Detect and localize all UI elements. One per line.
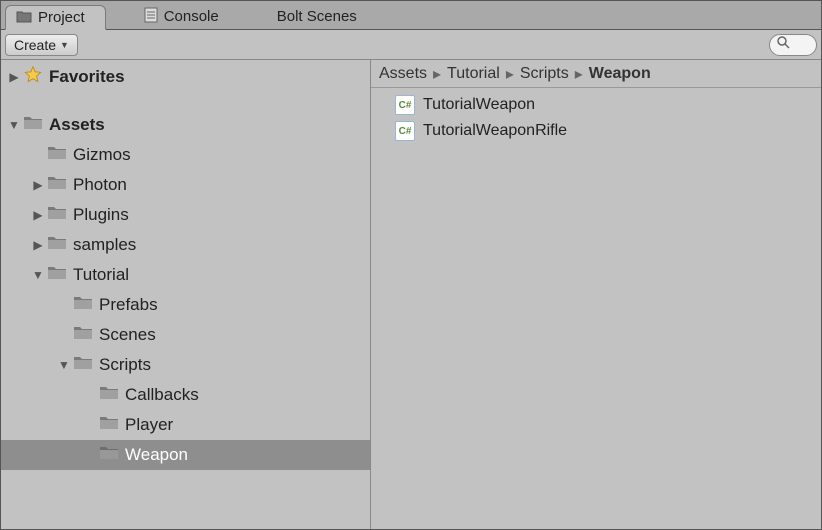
collapse-icon[interactable]: ▼ <box>31 268 45 282</box>
file-name: TutorialWeaponRifle <box>423 122 567 140</box>
chevron-right-icon: ▸ <box>506 64 514 84</box>
folder-icon <box>47 235 67 256</box>
tree-assets[interactable]: ▼ Assets <box>1 110 370 140</box>
tab-project-label: Project <box>38 9 85 26</box>
create-button[interactable]: Create ▼ <box>5 34 78 56</box>
tree-callbacks[interactable]: Callbacks <box>1 380 370 410</box>
folder-icon <box>47 145 67 166</box>
tree-favorites[interactable]: ▶ Favorites <box>1 62 370 92</box>
tree-plugins[interactable]: ▶ Plugins <box>1 200 370 230</box>
tree-label: Plugins <box>69 205 129 225</box>
folder-icon <box>73 325 93 346</box>
main-split: ▶ Favorites ▼ Assets Gizmos <box>1 60 821 529</box>
search-icon <box>776 35 790 54</box>
dropdown-icon: ▼ <box>60 40 69 50</box>
csharp-icon: C# <box>395 95 415 115</box>
breadcrumb-item-current: Weapon <box>589 65 651 83</box>
folder-icon <box>23 115 43 136</box>
spacer <box>1 92 370 110</box>
star-icon <box>23 65 43 90</box>
tree-label: Player <box>121 415 173 435</box>
project-icon <box>16 9 32 27</box>
tree: ▶ Favorites ▼ Assets Gizmos <box>1 62 370 470</box>
breadcrumb-item[interactable]: Assets <box>379 65 427 83</box>
csharp-icon: C# <box>395 121 415 141</box>
tree-label: Photon <box>69 175 127 195</box>
tree-prefabs[interactable]: Prefabs <box>1 290 370 320</box>
tree-tutorial[interactable]: ▼ Tutorial <box>1 260 370 290</box>
tree-photon[interactable]: ▶ Photon <box>1 170 370 200</box>
folder-icon <box>99 445 119 466</box>
breadcrumb: Assets ▸ Tutorial ▸ Scripts ▸ Weapon <box>371 60 821 88</box>
tree-scripts[interactable]: ▼ Scripts <box>1 350 370 380</box>
tree-label: Assets <box>45 115 105 135</box>
folder-icon <box>99 415 119 436</box>
collapse-icon[interactable]: ▼ <box>57 358 71 372</box>
list-item[interactable]: C# TutorialWeapon <box>371 92 821 118</box>
file-name: TutorialWeapon <box>423 96 535 114</box>
collapse-icon[interactable]: ▼ <box>7 118 21 132</box>
tab-console[interactable]: Console <box>134 4 239 29</box>
expand-icon[interactable]: ▶ <box>31 238 45 252</box>
folder-icon <box>99 385 119 406</box>
file-list: C# TutorialWeapon C# TutorialWeaponRifle <box>371 88 821 148</box>
tree-label: Scenes <box>95 325 156 345</box>
tree-label: samples <box>69 235 136 255</box>
chevron-right-icon: ▸ <box>433 64 441 84</box>
tree-label: Weapon <box>121 445 188 465</box>
toolbar: Create ▼ <box>1 30 821 60</box>
tree-label: Tutorial <box>69 265 129 285</box>
expand-icon[interactable]: ▶ <box>7 70 21 84</box>
console-icon <box>144 7 158 27</box>
tab-bolt-label: Bolt Scenes <box>277 8 357 25</box>
tab-bar: Project Console Bolt Scenes <box>1 1 821 30</box>
tree-gizmos[interactable]: Gizmos <box>1 140 370 170</box>
folder-icon <box>73 355 93 376</box>
search-input[interactable] <box>769 34 817 56</box>
tree-label: Callbacks <box>121 385 199 405</box>
project-tree: ▶ Favorites ▼ Assets Gizmos <box>1 60 371 529</box>
tree-label: Scripts <box>95 355 151 375</box>
breadcrumb-item[interactable]: Tutorial <box>447 65 500 83</box>
list-item[interactable]: C# TutorialWeaponRifle <box>371 118 821 144</box>
tree-label: Prefabs <box>95 295 158 315</box>
tab-bolt-scenes[interactable]: Bolt Scenes <box>267 4 377 29</box>
folder-icon <box>47 205 67 226</box>
tree-samples[interactable]: ▶ samples <box>1 230 370 260</box>
tree-label: Favorites <box>45 67 125 87</box>
folder-icon <box>47 265 67 286</box>
tree-scenes[interactable]: Scenes <box>1 320 370 350</box>
folder-icon <box>47 175 67 196</box>
breadcrumb-item[interactable]: Scripts <box>520 65 569 83</box>
chevron-right-icon: ▸ <box>575 64 583 84</box>
tree-player[interactable]: Player <box>1 410 370 440</box>
tree-weapon[interactable]: Weapon <box>1 440 370 470</box>
expand-icon[interactable]: ▶ <box>31 208 45 222</box>
tree-label: Gizmos <box>69 145 131 165</box>
content-panel: Assets ▸ Tutorial ▸ Scripts ▸ Weapon C# … <box>371 60 821 529</box>
expand-icon[interactable]: ▶ <box>31 178 45 192</box>
create-button-label: Create <box>14 37 56 53</box>
tab-project[interactable]: Project <box>5 5 106 30</box>
folder-icon <box>73 295 93 316</box>
tab-console-label: Console <box>164 8 219 25</box>
